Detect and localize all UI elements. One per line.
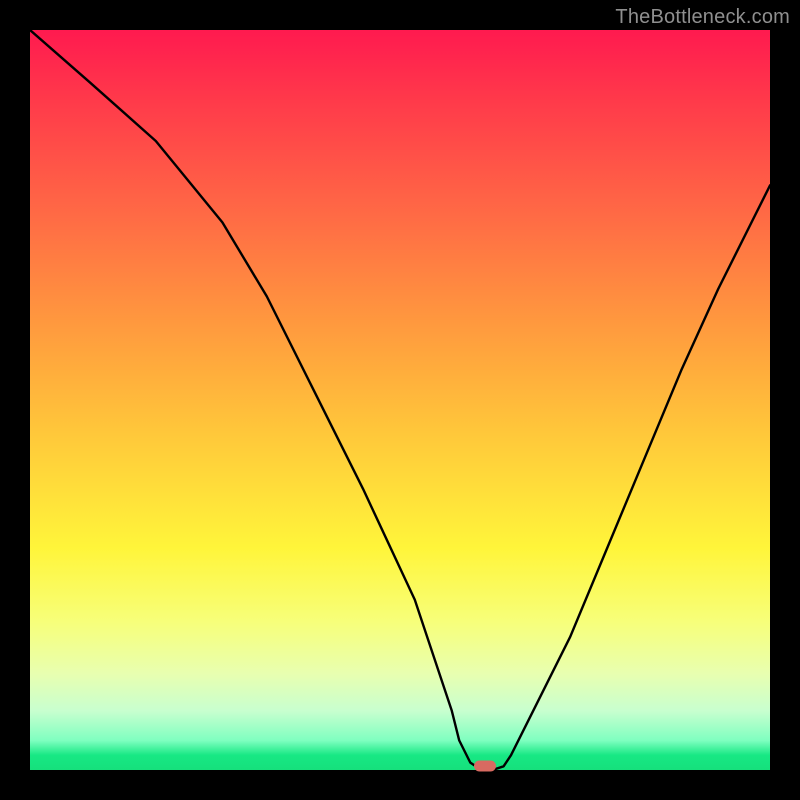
bottleneck-curve — [30, 30, 770, 770]
watermark-text: TheBottleneck.com — [615, 6, 790, 29]
chart-frame: TheBottleneck.com — [0, 0, 800, 800]
plot-area — [30, 30, 770, 770]
optimal-marker — [474, 761, 496, 772]
